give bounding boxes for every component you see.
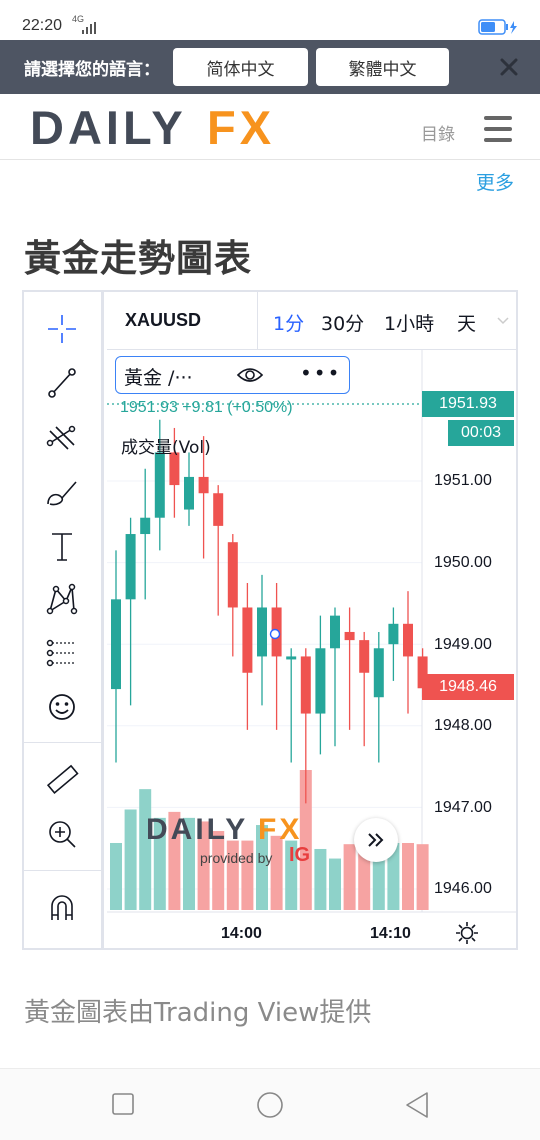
price-axis-label: 1950.00: [434, 554, 492, 571]
candle-body: [140, 517, 151, 535]
price-quote: 1951.93 +9.81 (+0.50%): [120, 399, 293, 416]
pitchfork-icon[interactable]: [42, 417, 82, 457]
timeframe-1d[interactable]: 天: [457, 309, 476, 336]
candle-body: [403, 623, 413, 657]
candle-body: [125, 534, 136, 600]
price-axis-label: 1948.00: [434, 717, 492, 734]
text-tool-icon[interactable]: [42, 526, 82, 566]
volume-bar: [329, 858, 341, 910]
volume-bar: [343, 844, 356, 910]
page-title: 黃金走勢圖表: [24, 237, 252, 280]
ig-brand: IG: [289, 844, 311, 866]
chevron-down-icon[interactable]: [497, 316, 509, 326]
home-icon[interactable]: [256, 1091, 284, 1119]
volume-bar: [270, 835, 283, 910]
battery-icon: [478, 19, 517, 35]
candle-body: [286, 656, 297, 660]
traditional-chinese-button[interactable]: 繁體中文: [316, 48, 449, 86]
volume-bar: [124, 809, 137, 910]
crosshair-icon[interactable]: [42, 309, 82, 349]
menu-label[interactable]: 目錄: [421, 120, 455, 145]
volume-bar: [139, 789, 152, 910]
volume-bar: [314, 848, 327, 910]
pattern-icon[interactable]: [42, 579, 82, 619]
candle-body: [373, 648, 384, 698]
gear-icon[interactable]: [454, 920, 480, 946]
candle-body: [300, 656, 311, 714]
dailyfx-watermark: DAILY FX: [146, 813, 302, 845]
simplified-chinese-button[interactable]: 简体中文: [173, 48, 308, 86]
provided-by-text: provided by: [200, 850, 273, 866]
last-price-tag: 1951.93: [422, 391, 514, 417]
top-bar-divider: [257, 292, 258, 350]
emoji-icon[interactable]: [42, 687, 82, 727]
more-link[interactable]: 更多: [476, 168, 514, 195]
candle-body: [388, 623, 399, 645]
toolbar-divider: [24, 870, 104, 871]
candle-body: [111, 599, 121, 690]
back-icon[interactable]: [404, 1091, 430, 1119]
hamburger-menu-icon[interactable]: [484, 116, 512, 142]
site-header: DAILY FX 目錄: [0, 94, 540, 160]
volume-label: 成交量(Vol): [121, 438, 211, 458]
magnet-icon[interactable]: [42, 888, 82, 928]
series-name: 黃金 /···: [124, 367, 193, 389]
eye-icon[interactable]: [236, 364, 264, 386]
volume-bar: [110, 842, 122, 910]
candle-body: [198, 476, 209, 494]
candle-body: [227, 542, 238, 608]
scroll-to-realtime-button[interactable]: [354, 818, 398, 862]
logo-text-fx: FX: [207, 104, 275, 150]
status-time: 22:20: [22, 17, 63, 34]
price-axis-label: 1947.00: [434, 799, 492, 816]
watermark-fx: FX: [258, 813, 302, 845]
current-price-tag: 1948.46: [422, 674, 514, 700]
series-legend[interactable]: 黃金 /··· •••: [115, 356, 350, 394]
price-axis-label: 1946.00: [434, 880, 492, 897]
status-bar: 22:20 4G: [0, 0, 540, 40]
price-axis-label: 1949.00: [434, 636, 492, 653]
chart-top-bar: XAUUSD 1分 30分 1小時 天: [107, 292, 516, 350]
android-nav-bar: [0, 1068, 540, 1140]
language-prompt: 請選擇您的語言：: [24, 60, 160, 80]
countdown-tag: 00:03: [448, 420, 514, 446]
candle-body: [213, 493, 224, 526]
forecast-icon[interactable]: [42, 633, 82, 673]
candle-body: [184, 476, 194, 510]
chart-widget[interactable]: XAUUSD 1分 30分 1小時 天 黃金 /··· ••• 1951.93 …: [22, 290, 518, 950]
symbol-selector[interactable]: XAUUSD: [125, 310, 201, 331]
ruler-icon[interactable]: [42, 760, 82, 800]
candle-body: [330, 615, 340, 649]
signal-icon: [82, 22, 96, 34]
candle-body: [242, 607, 253, 673]
more-options-icon[interactable]: •••: [300, 361, 341, 385]
candle-body: [257, 607, 267, 657]
candle-body: [154, 452, 165, 518]
watermark-daily: DAILY: [146, 813, 248, 845]
brush-icon[interactable]: [42, 472, 82, 512]
zoom-in-icon[interactable]: [42, 814, 82, 854]
timeframe-30m[interactable]: 30分: [321, 309, 364, 336]
crosshair-marker: [269, 628, 281, 640]
double-chevron-right-icon: [368, 833, 384, 847]
price-axis-label: 1951.00: [434, 472, 492, 489]
drawing-toolbar: [24, 292, 104, 948]
candle-body: [315, 648, 326, 714]
timeframe-1m[interactable]: 1分: [273, 309, 304, 336]
toolbar-divider: [24, 742, 104, 743]
language-bar: 請選擇您的語言： 简体中文 繁體中文: [0, 40, 540, 94]
candle-body: [359, 640, 370, 673]
chart-caption: 黃金圖表由Trading View提供: [24, 998, 372, 1028]
recent-apps-icon[interactable]: [112, 1093, 134, 1115]
logo-text-daily: DAILY: [30, 104, 187, 150]
candle-body: [344, 631, 355, 641]
trend-line-icon[interactable]: [42, 362, 82, 402]
volume-bar: [416, 844, 429, 910]
time-axis-label: 14:10: [370, 925, 411, 942]
close-icon[interactable]: [496, 54, 522, 80]
dailyfx-logo[interactable]: DAILY FX: [30, 104, 292, 150]
time-axis-label: 14:00: [221, 925, 262, 942]
timeframe-1h[interactable]: 1小時: [384, 309, 434, 336]
volume-bar: [402, 842, 414, 910]
